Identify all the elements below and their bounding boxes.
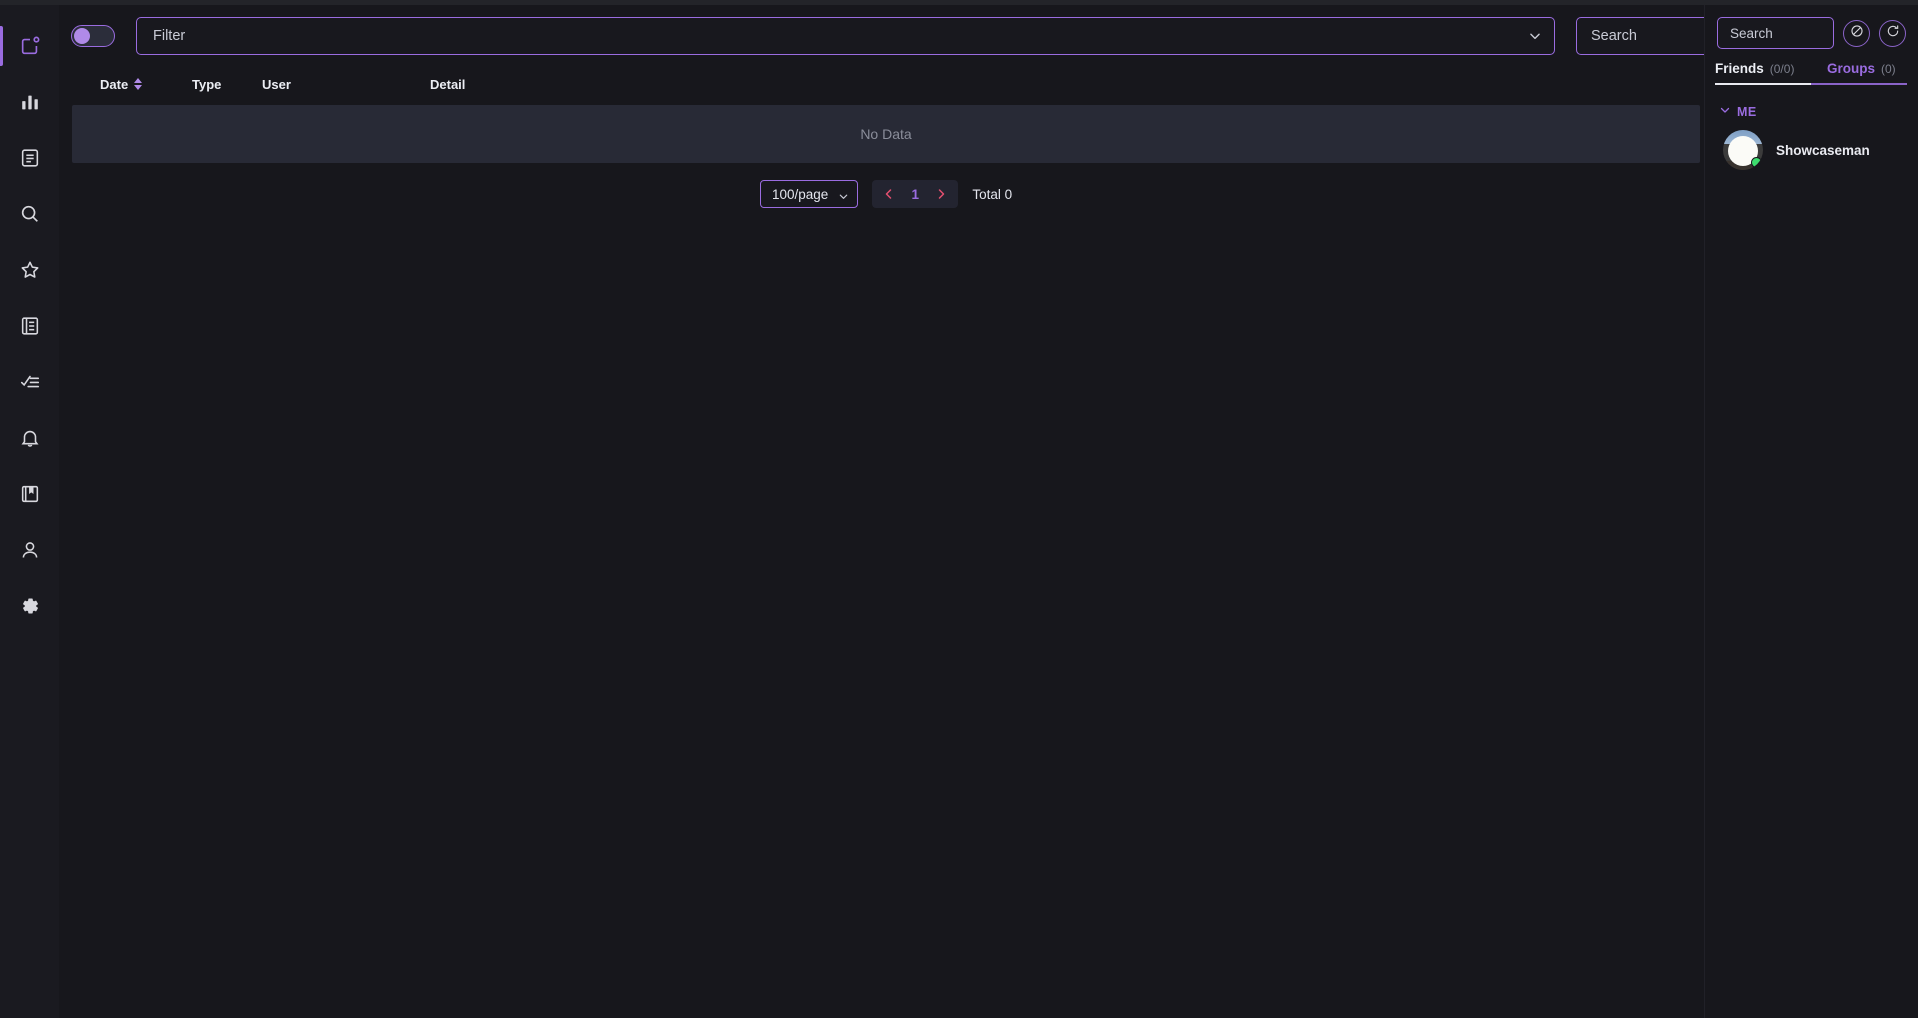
star-icon [19,259,41,281]
sidebar-item-favorites[interactable] [0,242,59,298]
per-page-value: 100/page [772,186,829,202]
gear-icon [19,595,41,617]
column-header-detail: Detail [430,77,1700,92]
tab-friends-count: (0/0) [1769,62,1795,76]
sidebar-item-logs[interactable] [0,130,59,186]
filter-select[interactable]: Filter [136,17,1555,55]
sidebar-item-dashboard[interactable] [0,18,59,74]
circle-slash-icon [1850,24,1864,43]
tab-groups-count: (0) [1881,62,1896,76]
chevron-down-icon [1719,103,1731,121]
toggle-knob [74,28,90,44]
list-item[interactable]: Showcaseman [1705,121,1918,179]
table-header-row: Date Type User Detail [72,68,1700,100]
bell-icon [19,427,41,449]
sidebar-item-statistics[interactable] [0,74,59,130]
checklist-icon [19,371,41,393]
chevron-down-icon [838,189,849,200]
column-header-date[interactable]: Date [72,77,192,92]
tab-friends[interactable]: Friends (0/0) [1715,61,1811,85]
sidebar-item-library[interactable] [0,298,59,354]
search-input[interactable] [1591,28,1711,44]
friends-panel-toolbar [1705,5,1918,61]
chevron-down-icon [1528,29,1542,43]
block-button[interactable] [1843,19,1870,47]
column-header-type: Type [192,77,262,92]
column-label-detail: Detail [430,76,466,92]
prev-page-button[interactable] [876,181,902,207]
avatar [1723,130,1763,170]
window-top-strip [0,0,1918,5]
notebook-icon [19,315,41,337]
friend-name: Showcaseman [1776,142,1870,158]
app-window-icon [19,35,41,57]
pagination: 100/page 1 Total 0 [760,180,1012,208]
sidebar-item-bookmarks[interactable] [0,466,59,522]
friends-group-me-label: ME [1737,105,1757,119]
sidebar-item-search[interactable] [0,186,59,242]
page-controls: 1 [872,180,959,208]
per-page-select[interactable]: 100/page [760,180,859,208]
bar-chart-icon [19,91,41,113]
tab-groups[interactable]: Groups (0) [1811,61,1907,85]
friends-search-box[interactable] [1717,17,1834,49]
empty-state-label: No Data [860,126,912,142]
friends-panel: Friends (0/0) Groups (0) ME [1704,5,1918,1018]
sort-toggle-date[interactable] [134,78,143,90]
search-icon [19,203,41,225]
sidebar-item-notifications[interactable] [0,410,59,466]
next-page-button[interactable] [928,181,954,207]
total-count-label: Total 0 [972,186,1013,202]
column-label-user: User [262,76,291,92]
sidebar-rail [0,5,59,1018]
friends-group-me-header[interactable]: ME [1705,91,1918,121]
user-icon [19,539,41,561]
friends-search-input[interactable] [1730,25,1821,41]
sidebar-item-tasks[interactable] [0,354,59,410]
table-empty-state: No Data [72,105,1700,163]
filter-bar: Filter [59,12,1726,60]
column-header-user: User [262,77,430,92]
status-badge [1751,157,1762,168]
app-root: Filter Date Type User [0,0,1918,1018]
document-icon [19,147,41,169]
refresh-icon [1886,24,1900,43]
feed-toggle[interactable] [71,25,115,47]
refresh-button[interactable] [1879,19,1906,47]
friends-panel-tabs: Friends (0/0) Groups (0) [1705,61,1918,91]
filter-select-value: Filter [153,28,186,44]
tab-friends-label: Friends [1715,61,1764,76]
tab-groups-label: Groups [1827,61,1876,76]
sidebar-item-settings[interactable] [0,578,59,634]
column-label-type: Type [192,76,222,92]
page-number-1[interactable]: 1 [902,187,928,202]
events-table: Date Type User Detail No Data [72,68,1700,163]
book-icon [19,483,41,505]
column-label-date: Date [100,76,129,92]
sidebar-item-profile[interactable] [0,522,59,578]
